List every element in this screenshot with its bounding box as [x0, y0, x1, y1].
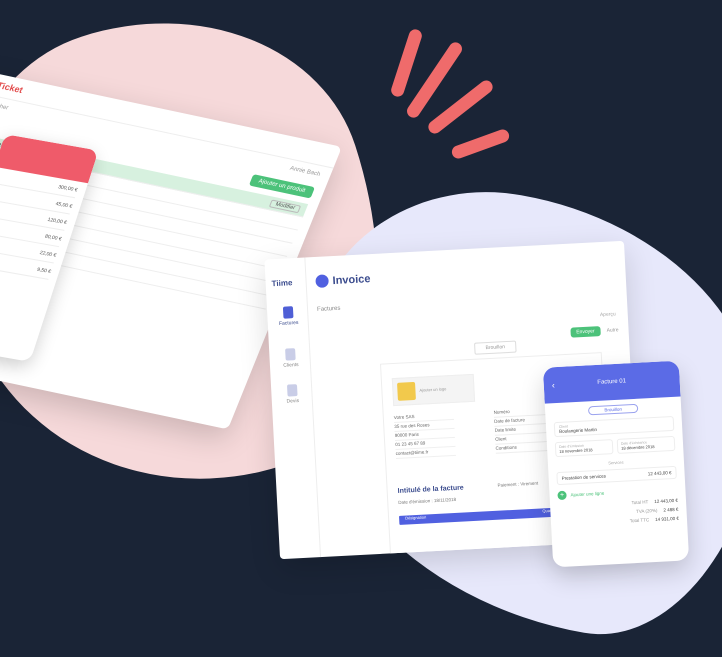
- tablet-app-name: Ticket: [0, 80, 25, 96]
- total-value: 14 931,00 €: [655, 515, 680, 523]
- image-icon: [397, 381, 416, 401]
- tablet-logo: Ticket: [0, 78, 25, 95]
- phone-right-mockup: ‹ Facture 01 Brouillon Client Boulangeri…: [542, 360, 690, 568]
- total-row: Total TTC 14 931,00 €: [559, 516, 679, 527]
- desktop-sidebar: Tiime Factures Clients Devis: [264, 257, 322, 560]
- logo-upload[interactable]: Ajouter un logo: [391, 373, 476, 407]
- nav-label: Clients: [283, 361, 299, 369]
- tablet-user[interactable]: Annie Bach: [289, 166, 321, 178]
- logo-upload-label: Ajouter un logo: [419, 386, 447, 393]
- status-tab[interactable]: Brouillon: [474, 340, 517, 355]
- invoice-date: Date d'émission : 18/11/2018: [398, 496, 457, 505]
- desktop-brand: Tiime: [271, 278, 293, 289]
- clients-icon: [285, 348, 296, 361]
- send-button[interactable]: Envoyer: [570, 326, 601, 338]
- table-header-cell: Désignation: [404, 514, 427, 521]
- logo-text: Invoice: [332, 272, 371, 287]
- tablet-search[interactable]: Rechercher: [0, 99, 9, 111]
- phone-right-header: ‹ Facture 01: [542, 360, 681, 404]
- total-label: Total HT: [631, 499, 649, 506]
- desktop-logo: Invoice: [315, 272, 371, 288]
- nav-clients[interactable]: Clients: [277, 348, 304, 369]
- back-icon[interactable]: ‹: [551, 367, 556, 403]
- quote-icon: [286, 384, 298, 397]
- date-fields: Date d'émission 18 novembre 2018 Date d'é…: [554, 435, 676, 458]
- service-amount: 12 443,00 €: [647, 470, 672, 477]
- invoice-title[interactable]: Intitulé de la facture: [398, 485, 464, 495]
- breadcrumb[interactable]: Factures: [317, 306, 341, 313]
- nav-label: Devis: [286, 398, 300, 405]
- issue-date-field[interactable]: Date d'émission 18 novembre 2018: [554, 439, 614, 458]
- service-line[interactable]: Prestation de services 12 443,00 €: [556, 465, 677, 486]
- address-block: Votre SAS 35 rue des Roses 90000 Paris 01 2…: [393, 410, 456, 460]
- address-line: contact@tiime.fr: [395, 446, 456, 460]
- alt-button[interactable]: Autre: [602, 325, 622, 336]
- total-label: TVA (20%): [635, 507, 658, 515]
- due-date-field[interactable]: Date d'échéance 18 décembre 2018: [616, 435, 676, 454]
- totals-block: Total HT 12 443,00 € TVA (20%) 2 488 € Total…: [550, 497, 687, 527]
- total-value: 12 443,00 €: [654, 497, 679, 505]
- invoice-payment: Paiement : Virement: [497, 480, 539, 488]
- invoice-icon: [282, 306, 294, 319]
- plus-icon: +: [557, 490, 567, 501]
- sparkle-stroke-4: [450, 127, 511, 161]
- nav-factures[interactable]: Factures: [275, 306, 302, 327]
- status-badge: Brouillon: [587, 403, 639, 416]
- add-line-label: Ajouter une ligne: [570, 490, 605, 498]
- client-field[interactable]: Client Boulangerie Martin: [553, 415, 675, 438]
- sparkle-stroke-1: [389, 27, 424, 99]
- preview-link[interactable]: Aperçu: [600, 311, 616, 318]
- total-value: 2 488 €: [663, 506, 679, 513]
- nav-devis[interactable]: Devis: [279, 384, 306, 405]
- total-label: Total TTC: [629, 517, 650, 524]
- phone-title: Facture 01: [597, 378, 627, 386]
- logo-circle-icon: [315, 274, 329, 288]
- service-name: Prestation de services: [561, 473, 607, 481]
- nav-label: Factures: [278, 319, 299, 327]
